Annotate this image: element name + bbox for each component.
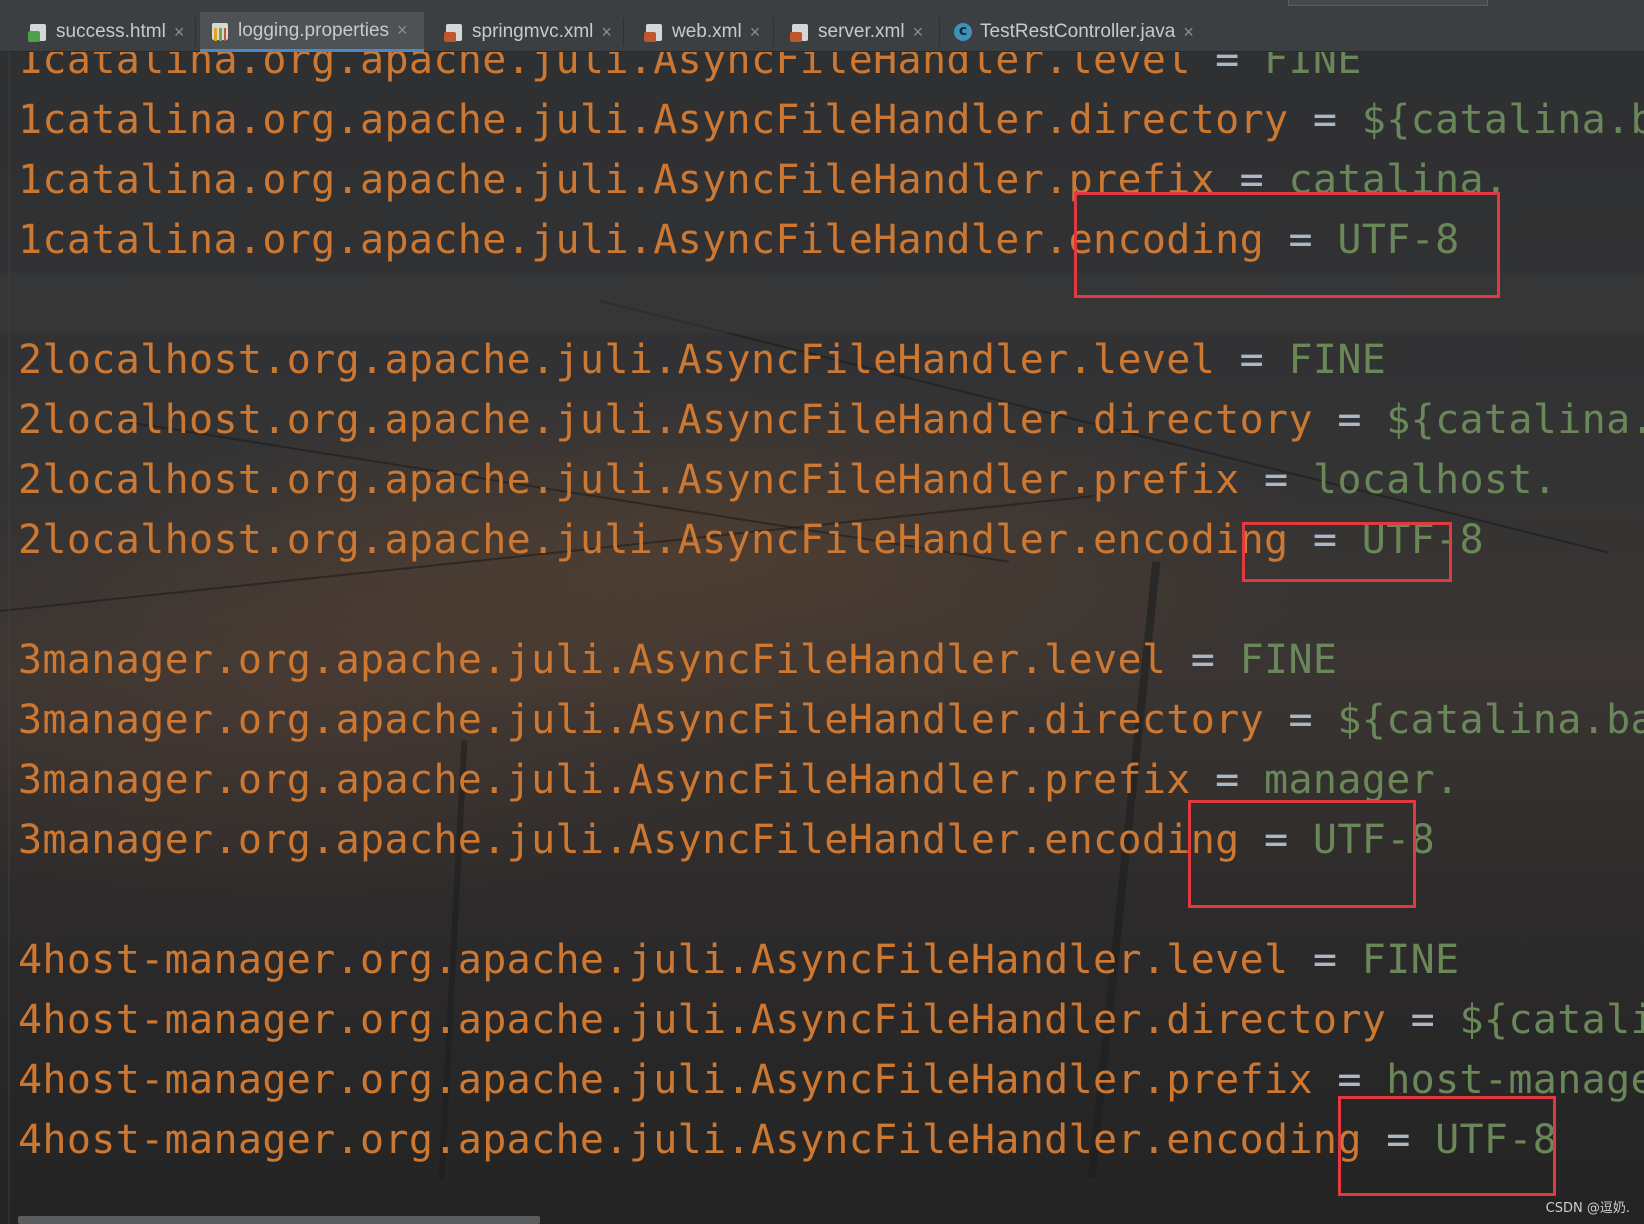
tab-server-xml[interactable]: server.xml × bbox=[780, 12, 940, 52]
gutter bbox=[8, 52, 10, 1224]
tab-springmvc-xml[interactable]: springmvc.xml × bbox=[434, 12, 624, 52]
close-icon[interactable]: × bbox=[601, 22, 612, 43]
tab-label: springmvc.xml bbox=[472, 21, 594, 42]
editor-tab-bar: success.html × logging.properties × spri… bbox=[0, 0, 1644, 52]
code-line[interactable]: 3manager.org.apache.juli.AsyncFileHandle… bbox=[18, 630, 1337, 690]
highlight-box bbox=[1338, 1096, 1556, 1196]
close-icon[interactable]: × bbox=[913, 22, 924, 43]
java-class-icon bbox=[952, 21, 974, 43]
close-icon[interactable]: × bbox=[1183, 22, 1194, 43]
code-line[interactable]: 2localhost.org.apache.juli.AsyncFileHand… bbox=[18, 390, 1644, 450]
watermark: CSDN @逗奶. bbox=[1545, 1201, 1630, 1216]
tab-label: server.xml bbox=[818, 21, 905, 42]
toolbar-strip bbox=[1288, 0, 1488, 6]
highlight-box bbox=[1074, 192, 1500, 298]
tab-label: success.html bbox=[56, 21, 166, 42]
close-icon[interactable]: × bbox=[397, 20, 408, 41]
tab-web-xml[interactable]: web.xml × bbox=[634, 12, 774, 52]
close-icon[interactable]: × bbox=[174, 22, 185, 43]
code-line[interactable]: 4host-manager.org.apache.juli.AsyncFileH… bbox=[18, 930, 1460, 990]
code-line[interactable]: 4host-manager.org.apache.juli.AsyncFileH… bbox=[18, 1110, 1557, 1170]
tab-logging-properties[interactable]: logging.properties × bbox=[200, 12, 424, 52]
highlight-box bbox=[1188, 800, 1416, 908]
properties-file-icon bbox=[210, 20, 232, 42]
close-icon[interactable]: × bbox=[750, 22, 761, 43]
tab-success-html[interactable]: success.html × bbox=[18, 12, 196, 52]
html-file-icon bbox=[28, 21, 50, 43]
code-line[interactable]: 2localhost.org.apache.juli.AsyncFileHand… bbox=[18, 330, 1386, 390]
code-line[interactable]: 1catalina.org.apache.juli.AsyncFileHandl… bbox=[18, 90, 1644, 150]
xml-file-icon bbox=[644, 21, 666, 43]
xml-file-icon bbox=[790, 21, 812, 43]
code-line[interactable]: 1catalina.org.apache.juli.AsyncFileHandl… bbox=[18, 52, 1362, 90]
xml-file-icon bbox=[444, 21, 466, 43]
code-line[interactable]: 2localhost.org.apache.juli.AsyncFileHand… bbox=[18, 450, 1557, 510]
tab-label: web.xml bbox=[672, 21, 742, 42]
code-line[interactable]: 3manager.org.apache.juli.AsyncFileHandle… bbox=[18, 690, 1644, 750]
horizontal-scrollbar[interactable] bbox=[18, 1216, 540, 1224]
tab-label: logging.properties bbox=[238, 19, 390, 41]
code-line[interactable]: 4host-manager.org.apache.juli.AsyncFileH… bbox=[18, 990, 1644, 1050]
highlight-box bbox=[1242, 522, 1452, 582]
tab-testrestcontroller-java[interactable]: TestRestController.java × bbox=[942, 12, 1212, 52]
tab-label: TestRestController.java bbox=[980, 21, 1176, 42]
